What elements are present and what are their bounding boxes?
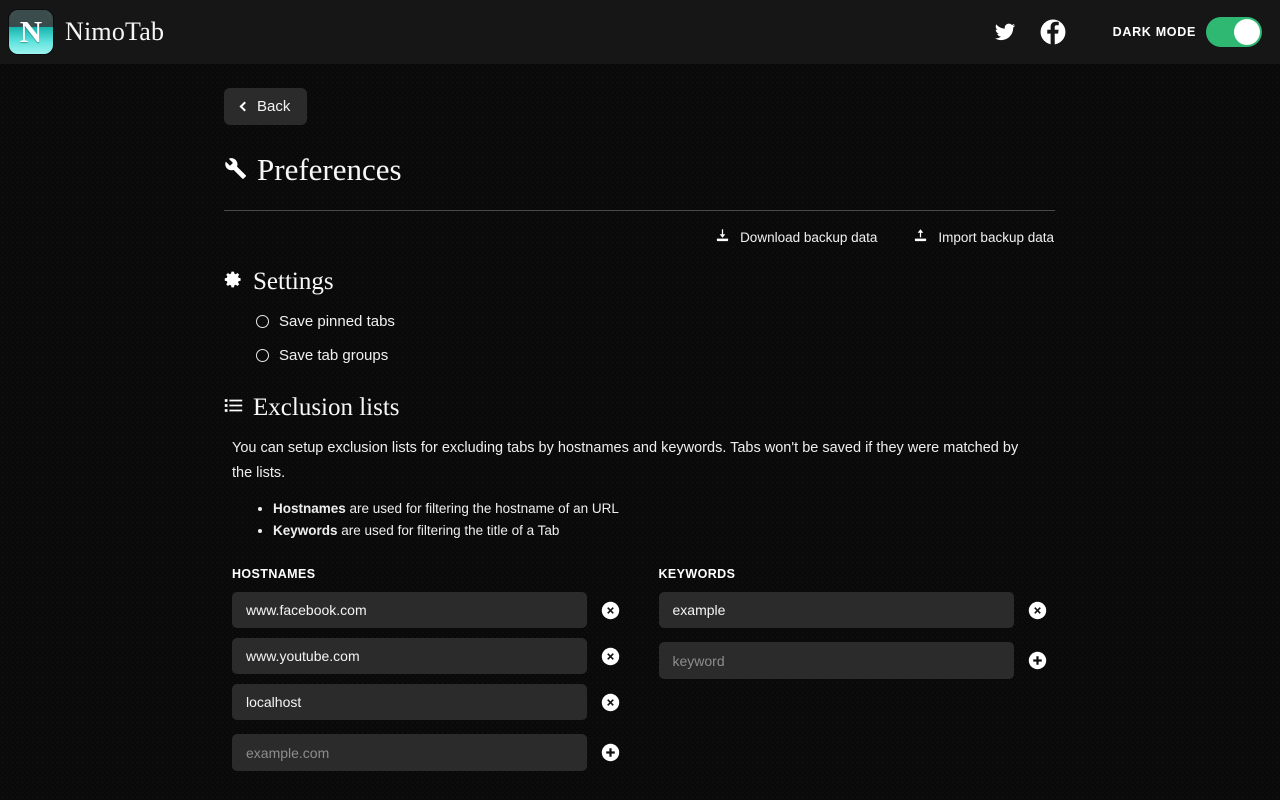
content-column: Back Preferences Download backup data Im… bbox=[224, 64, 1056, 781]
setting-save-pinned-tabs[interactable]: Save pinned tabs bbox=[256, 313, 395, 330]
dark-mode-label: DARK MODE bbox=[1113, 25, 1196, 39]
app-header: N NimoTab DARK MODE bbox=[0, 0, 1280, 64]
bullet-term: Keywords bbox=[273, 523, 338, 538]
hostname-input[interactable] bbox=[232, 592, 587, 628]
brand: N NimoTab bbox=[9, 10, 164, 54]
checkbox-icon bbox=[256, 315, 269, 328]
setting-save-tab-groups[interactable]: Save tab groups bbox=[256, 347, 388, 364]
exclusion-lists: HOSTNAMES bbox=[232, 567, 1056, 781]
facebook-icon bbox=[1040, 19, 1066, 45]
import-backup-label: Import backup data bbox=[938, 230, 1054, 245]
hostnames-label: HOSTNAMES bbox=[232, 567, 630, 581]
brand-name: NimoTab bbox=[65, 17, 164, 47]
toggle-knob bbox=[1234, 19, 1260, 45]
hostname-row bbox=[232, 592, 630, 628]
list-icon bbox=[224, 394, 243, 422]
chevron-left-icon bbox=[240, 102, 250, 112]
add-keyword-button[interactable] bbox=[1028, 651, 1047, 670]
remove-keyword-button[interactable] bbox=[1028, 601, 1047, 620]
remove-hostname-button[interactable] bbox=[601, 647, 620, 666]
keyword-row bbox=[659, 592, 1057, 628]
wrench-icon bbox=[224, 152, 247, 188]
back-button-label: Back bbox=[257, 98, 290, 115]
bullet-text: are used for filtering the title of a Ta… bbox=[338, 523, 560, 538]
import-backup-button[interactable]: Import backup data bbox=[913, 228, 1054, 246]
page-title: Preferences bbox=[224, 152, 1056, 188]
dark-mode-toggle[interactable] bbox=[1206, 17, 1262, 47]
settings-title-text: Settings bbox=[253, 268, 334, 296]
hostname-input[interactable] bbox=[232, 684, 587, 720]
new-keyword-row bbox=[659, 642, 1057, 679]
title-divider bbox=[224, 210, 1055, 211]
keywords-column: KEYWORDS bbox=[659, 567, 1057, 781]
download-icon bbox=[715, 228, 730, 246]
facebook-link[interactable] bbox=[1029, 12, 1077, 52]
page-title-text: Preferences bbox=[257, 152, 402, 188]
header-actions: DARK MODE bbox=[981, 12, 1262, 52]
bullet-term: Hostnames bbox=[273, 501, 346, 516]
logo-letter: N bbox=[9, 10, 53, 54]
hostname-row bbox=[232, 684, 630, 720]
settings-heading: Settings bbox=[224, 268, 1056, 296]
backup-actions: Download backup data Import backup data bbox=[224, 228, 1056, 246]
twitter-link[interactable] bbox=[981, 12, 1029, 52]
page-body: Back Preferences Download backup data Im… bbox=[0, 64, 1280, 800]
checkbox-icon bbox=[256, 349, 269, 362]
upload-icon bbox=[913, 228, 928, 246]
exclusion-bullet-list: Hostnames are used for filtering the hos… bbox=[256, 498, 1056, 541]
twitter-icon bbox=[994, 21, 1016, 43]
back-button[interactable]: Back bbox=[224, 88, 307, 125]
new-hostname-row bbox=[232, 734, 630, 771]
download-backup-button[interactable]: Download backup data bbox=[715, 228, 877, 246]
hostname-input[interactable] bbox=[232, 638, 587, 674]
list-item: Keywords are used for filtering the titl… bbox=[273, 520, 1056, 541]
remove-hostname-button[interactable] bbox=[601, 601, 620, 620]
new-keyword-input[interactable] bbox=[659, 642, 1014, 679]
setting-label: Save pinned tabs bbox=[279, 313, 395, 330]
setting-label: Save tab groups bbox=[279, 347, 388, 364]
hostname-row bbox=[232, 638, 630, 674]
download-backup-label: Download backup data bbox=[740, 230, 877, 245]
remove-hostname-button[interactable] bbox=[601, 693, 620, 712]
keyword-input[interactable] bbox=[659, 592, 1014, 628]
exclusion-heading: Exclusion lists bbox=[224, 394, 1056, 422]
bullet-text: are used for filtering the hostname of a… bbox=[346, 501, 619, 516]
keywords-label: KEYWORDS bbox=[659, 567, 1057, 581]
hostnames-column: HOSTNAMES bbox=[232, 567, 630, 781]
new-hostname-input[interactable] bbox=[232, 734, 587, 771]
exclusion-description: You can setup exclusion lists for exclud… bbox=[232, 436, 1032, 486]
gear-icon bbox=[224, 268, 243, 296]
app-logo: N bbox=[9, 10, 53, 54]
list-item: Hostnames are used for filtering the hos… bbox=[273, 498, 1056, 519]
add-hostname-button[interactable] bbox=[601, 743, 620, 762]
exclusion-title-text: Exclusion lists bbox=[253, 394, 400, 422]
